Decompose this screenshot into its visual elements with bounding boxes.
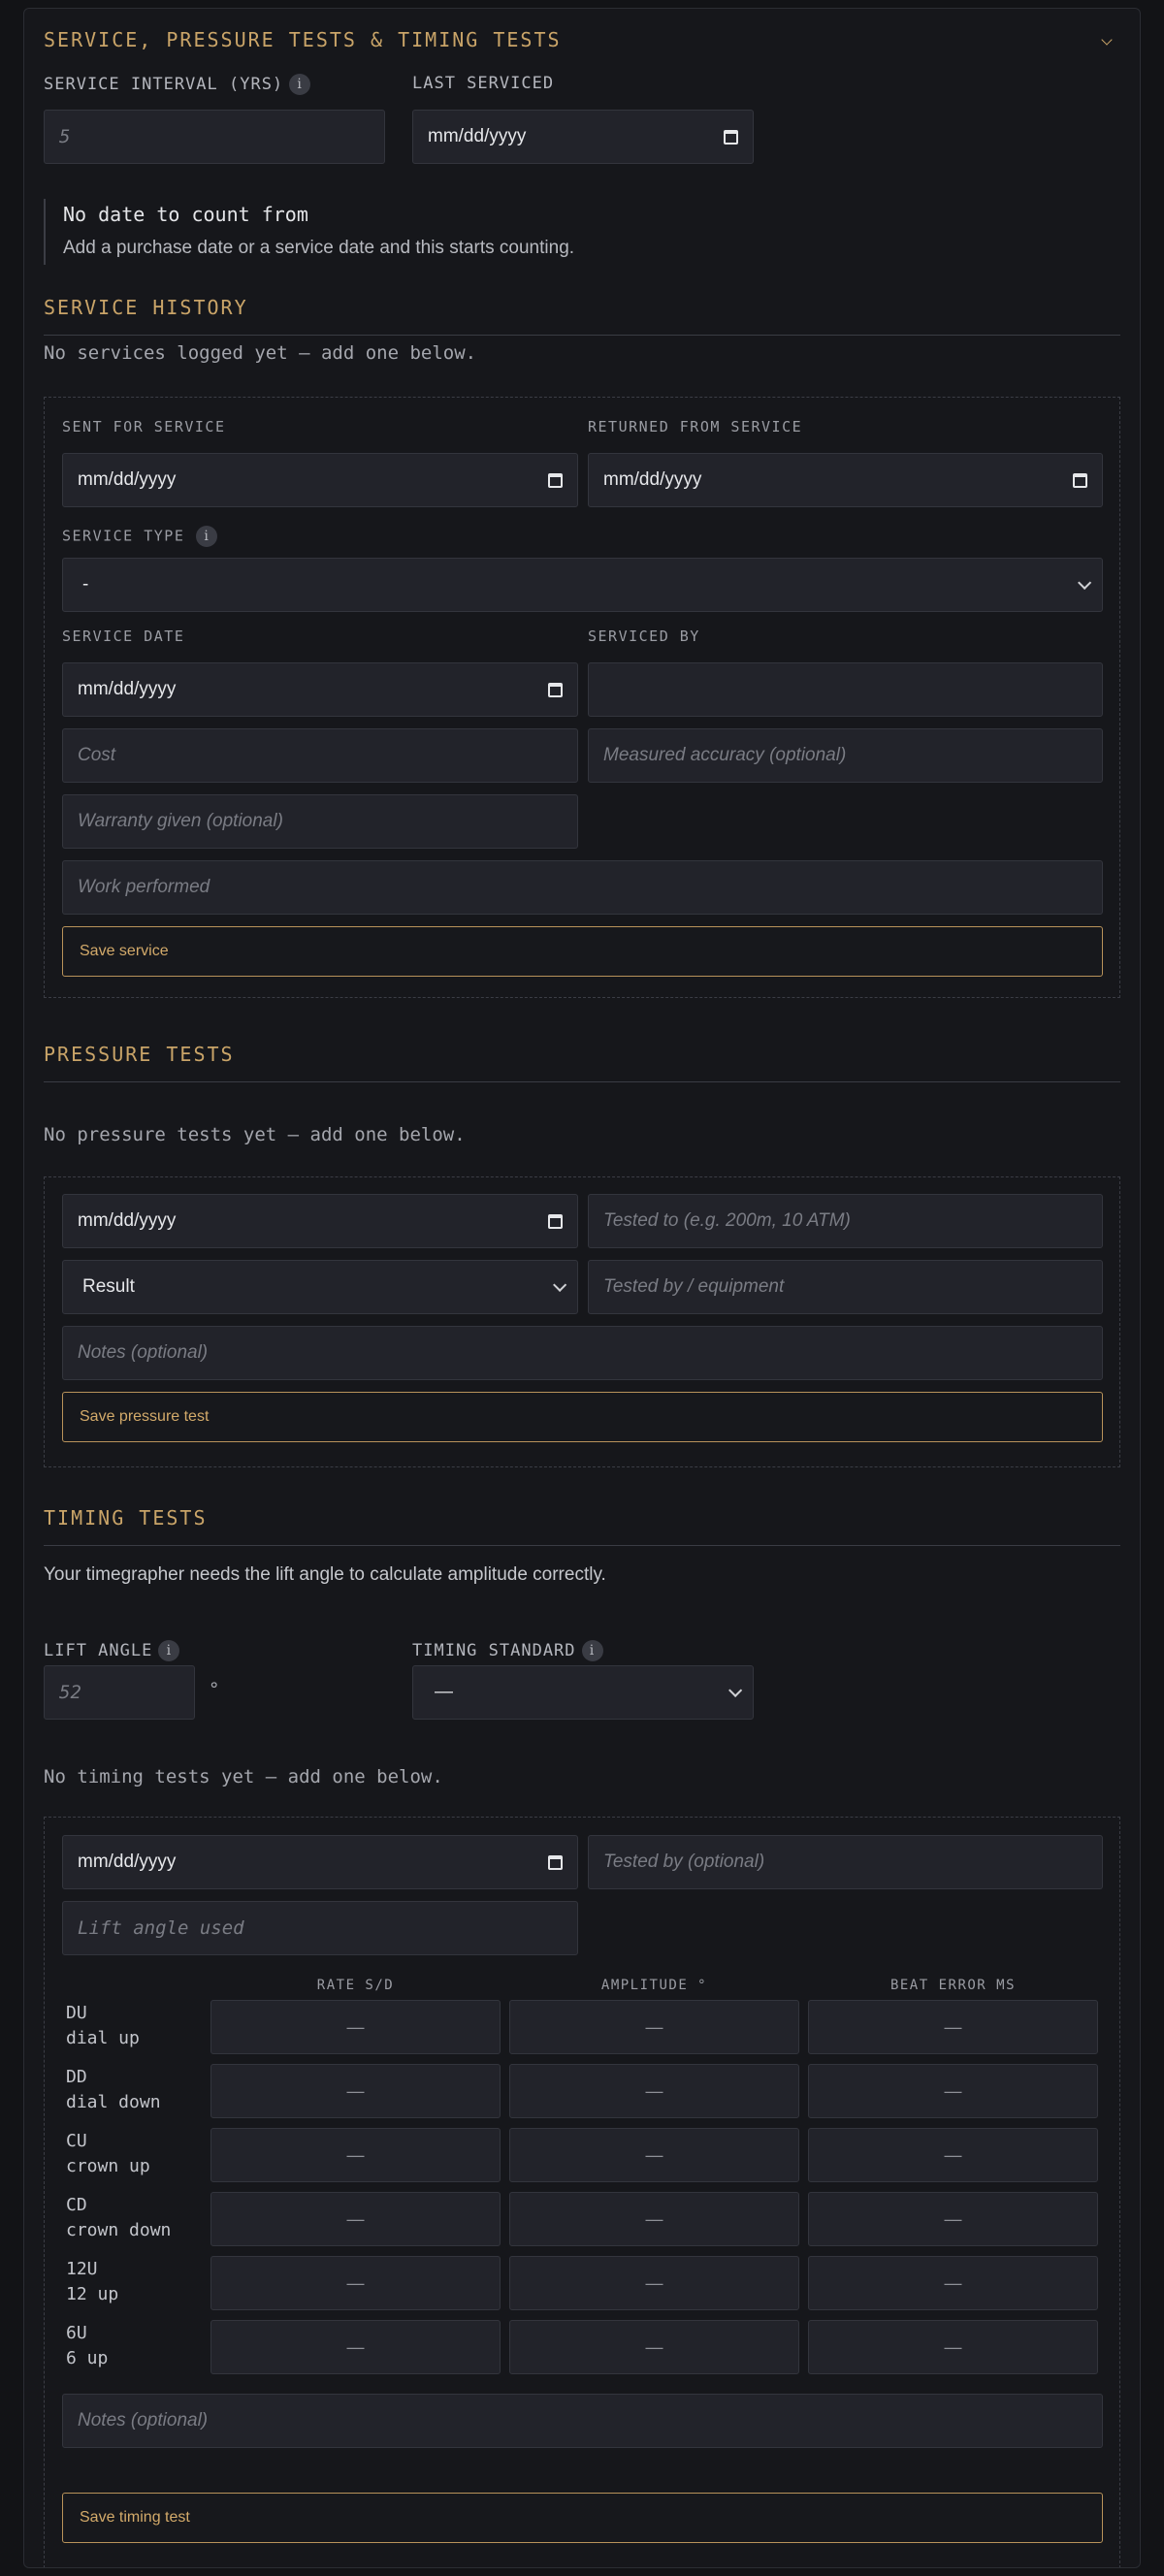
calendar-icon[interactable]	[1073, 472, 1087, 488]
timing-date-input[interactable]: mm/dd/yyyy	[62, 1835, 578, 1889]
warranty-input[interactable]: Warranty given (optional)	[62, 794, 578, 849]
column-header-beat-error: BEAT ERROR MS	[889, 1978, 1017, 1993]
sent-date-input[interactable]: mm/dd/yyyy	[62, 453, 578, 507]
measured-accuracy-input[interactable]: Measured accuracy (optional)	[588, 728, 1103, 783]
timing-notes-input[interactable]: Notes (optional)	[62, 2394, 1103, 2448]
service-type-label: SERVICE TYPE i	[62, 526, 218, 547]
timing-hint: Your timegrapher needs the lift angle to…	[44, 1564, 606, 1585]
column-header-amplitude: AMPLITUDE °	[600, 1978, 708, 1993]
timing-tested-by-input[interactable]: Tested by (optional)	[588, 1835, 1103, 1889]
chevron-down-icon	[553, 1277, 567, 1292]
info-icon[interactable]: i	[581, 1640, 603, 1661]
rate-input-12u[interactable]: —	[210, 2256, 501, 2310]
service-interval-input[interactable]: 5	[44, 110, 385, 164]
amplitude-input-cd[interactable]: —	[509, 2192, 799, 2246]
pressure-tests-empty: No pressure tests yet — add one below.	[44, 1124, 466, 1145]
beat-error-input-cu[interactable]: —	[808, 2128, 1098, 2182]
last-serviced-label: LAST SERVICED	[412, 74, 555, 93]
notice-body: Add a purchase date or a service date an…	[63, 238, 575, 258]
save-service-button[interactable]: Save service	[62, 926, 1103, 977]
rate-input-du[interactable]: —	[210, 2000, 501, 2054]
timing-tests-empty: No timing tests yet — add one below.	[44, 1766, 443, 1787]
returned-from-service-label: RETURNED FROM SERVICE	[588, 418, 803, 435]
service-date-label: SERVICE DATE	[62, 628, 185, 645]
chevron-down-icon	[728, 1683, 743, 1697]
beat-error-input-cd[interactable]: —	[808, 2192, 1098, 2246]
info-icon[interactable]: i	[158, 1640, 180, 1661]
service-date-input[interactable]: mm/dd/yyyy	[62, 662, 578, 717]
calendar-icon[interactable]	[724, 129, 738, 145]
beat-error-input-12u[interactable]: —	[808, 2256, 1098, 2310]
amplitude-input-dd[interactable]: —	[509, 2064, 799, 2118]
calendar-icon[interactable]	[548, 682, 563, 697]
sent-for-service-label: SENT FOR SERVICE	[62, 418, 226, 435]
rate-input-cd[interactable]: —	[210, 2192, 501, 2246]
timing-tests-title: TIMING TESTS	[44, 1506, 208, 1530]
beat-error-input-du[interactable]: —	[808, 2000, 1098, 2054]
info-icon[interactable]: i	[289, 74, 311, 95]
returned-date-input[interactable]: mm/dd/yyyy	[588, 453, 1103, 507]
lift-angle-label: LIFT ANGLE i	[44, 1640, 180, 1661]
lift-angle-used-input[interactable]: Lift angle used	[62, 1901, 578, 1955]
amplitude-input-du[interactable]: —	[509, 2000, 799, 2054]
rate-input-cu[interactable]: —	[210, 2128, 501, 2182]
tested-by-equipment-input[interactable]: Tested by / equipment	[588, 1260, 1103, 1314]
lift-angle-input[interactable]: 52	[44, 1665, 195, 1720]
section-title: SERVICE, PRESSURE TESTS & TIMING TESTS	[44, 28, 562, 51]
save-pressure-test-button[interactable]: Save pressure test	[62, 1392, 1103, 1442]
save-timing-test-button[interactable]: Save timing test	[62, 2493, 1103, 2543]
info-icon[interactable]: i	[196, 526, 218, 547]
service-type-select[interactable]: -	[62, 558, 1103, 612]
amplitude-input-6u[interactable]: —	[509, 2320, 799, 2374]
calendar-icon[interactable]	[548, 1213, 563, 1229]
divider	[44, 335, 1120, 336]
result-select[interactable]: Result	[62, 1260, 578, 1314]
notice-bar	[44, 199, 46, 265]
calendar-icon[interactable]	[548, 472, 563, 488]
work-performed-input[interactable]: Work performed	[62, 860, 1103, 915]
rate-input-6u[interactable]: —	[210, 2320, 501, 2374]
chevron-down-icon[interactable]	[1101, 34, 1113, 46]
tested-to-input[interactable]: Tested to (e.g. 200m, 10 ATM)	[588, 1194, 1103, 1248]
amplitude-input-cu[interactable]: —	[509, 2128, 799, 2182]
position-label-dd: DD dial down	[66, 2067, 161, 2112]
cost-input[interactable]: Cost	[62, 728, 578, 783]
timing-standard-select[interactable]: —	[412, 1665, 754, 1720]
serviced-by-input[interactable]	[588, 662, 1103, 717]
position-label-12u: 12U 12 up	[66, 2259, 119, 2304]
pressure-tests-title: PRESSURE TESTS	[44, 1043, 235, 1066]
calendar-icon[interactable]	[548, 1854, 563, 1870]
service-history-title: SERVICE HISTORY	[44, 296, 248, 319]
degree-unit: °	[209, 1679, 220, 1700]
serviced-by-label: SERVICED BY	[588, 628, 700, 645]
last-serviced-date-input[interactable]: mm/dd/yyyy	[412, 110, 754, 164]
beat-error-input-6u[interactable]: —	[808, 2320, 1098, 2374]
column-header-rate: RATE S/D	[316, 1978, 395, 1993]
position-label-6u: 6U 6 up	[66, 2323, 109, 2368]
rate-input-dd[interactable]: —	[210, 2064, 501, 2118]
service-interval-label: SERVICE INTERVAL (YRS) i	[44, 74, 311, 95]
service-history-empty: No services logged yet — add one below.	[44, 342, 477, 364]
divider	[44, 1545, 1120, 1546]
pressure-notes-input[interactable]: Notes (optional)	[62, 1326, 1103, 1380]
timing-standard-label: TIMING STANDARD i	[412, 1640, 603, 1661]
divider	[44, 1081, 1120, 1082]
service-tests-panel: SERVICE, PRESSURE TESTS & TIMING TESTS S…	[23, 8, 1141, 2568]
chevron-down-icon	[1078, 575, 1092, 590]
position-label-du: DU dial up	[66, 2003, 140, 2048]
amplitude-input-12u[interactable]: —	[509, 2256, 799, 2310]
pressure-date-input[interactable]: mm/dd/yyyy	[62, 1194, 578, 1248]
position-label-cd: CD crown down	[66, 2195, 172, 2240]
position-label-cu: CU crown up	[66, 2131, 150, 2176]
beat-error-input-dd[interactable]: —	[808, 2064, 1098, 2118]
notice-title: No date to count from	[63, 203, 308, 226]
